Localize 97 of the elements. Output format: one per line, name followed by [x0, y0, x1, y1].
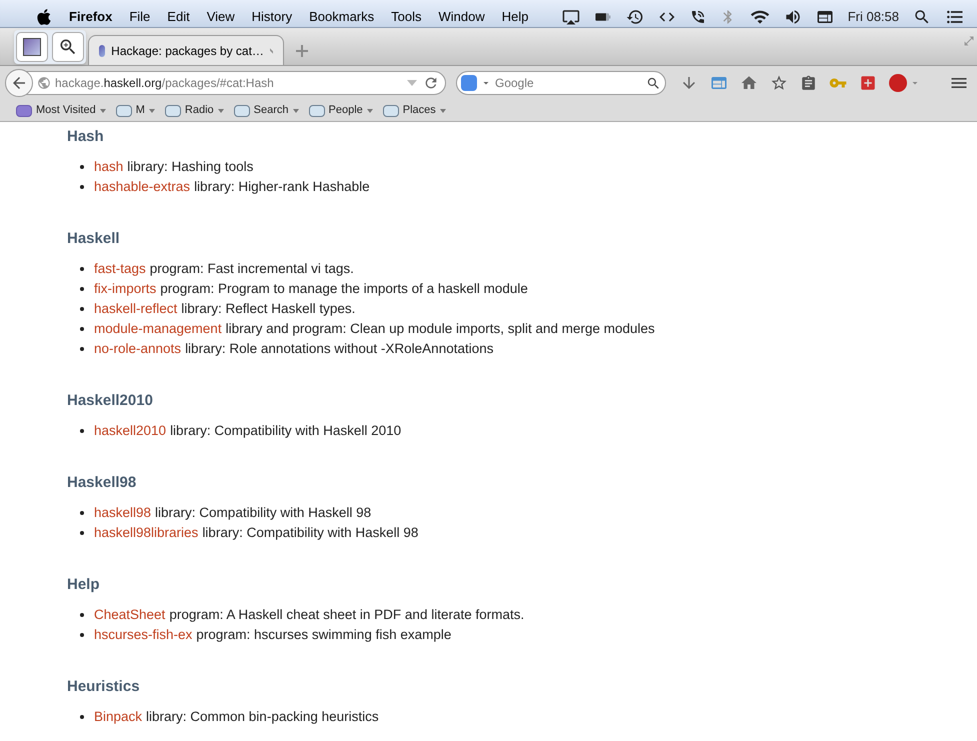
menu-item[interactable]: Help: [502, 6, 528, 26]
bullet: [80, 347, 84, 351]
category-heading: Haskell2010: [67, 391, 154, 411]
bullet: [80, 165, 84, 169]
search-icon: [913, 8, 931, 26]
package-link[interactable]: hash: [94, 156, 124, 178]
folder-icon: [116, 104, 132, 116]
bullet: [80, 287, 84, 291]
bullet: [80, 715, 84, 719]
category-heading: Hash: [67, 127, 105, 147]
package-link[interactable]: haskell-reflect: [94, 298, 178, 320]
package-link[interactable]: Binpack: [94, 706, 142, 728]
app-menu[interactable]: Firefox: [69, 6, 112, 26]
bullet: [80, 327, 84, 331]
package-link[interactable]: haskell98: [94, 502, 152, 524]
globe-icon: [37, 76, 51, 90]
menu-item[interactable]: History: [252, 6, 292, 26]
smart-folder-icon: [16, 104, 32, 116]
category-heading: Heuristics: [67, 677, 141, 697]
package-link[interactable]: hashable-extras: [94, 176, 190, 198]
bullet: [80, 633, 84, 637]
package-link[interactable]: module-management: [94, 318, 222, 340]
menu-item[interactable]: View: [206, 6, 235, 26]
package-description: library: Compatibility with Haskell 2010: [170, 422, 402, 440]
tab-title: Hackage: packages by cat…: [111, 42, 264, 60]
menu-item[interactable]: File: [129, 6, 150, 26]
package-description: program: A Haskell cheat sheet in PDF and literate formats.: [169, 606, 524, 624]
caret-icon: [100, 108, 106, 112]
package-description: library: Role annotations without -XRoleAnnotations: [185, 340, 494, 358]
medical-cross-icon: [859, 74, 877, 92]
folder-icon: [234, 104, 250, 116]
bullet: [80, 531, 84, 535]
bookmark-folder[interactable]: Places: [382, 102, 446, 119]
package-link[interactable]: fix-imports: [94, 278, 156, 300]
bookmark-star-icon: [770, 74, 788, 92]
package-description: library: Higher-rank Hashable: [194, 178, 370, 196]
package-description: library: Compatibility with Haskell 98: [202, 524, 418, 542]
clipboard-icon: [800, 74, 817, 92]
airplay-icon: [562, 8, 580, 26]
bullet: [80, 307, 84, 311]
window-button[interactable]: [16, 32, 48, 62]
menu-item[interactable]: Tools: [391, 6, 422, 26]
phone-icon: [690, 8, 706, 24]
reload-icon: [423, 75, 439, 91]
package-link[interactable]: fast-tags: [94, 258, 146, 280]
bullet: [80, 613, 84, 617]
bullet: [80, 267, 84, 271]
folder-icon: [382, 104, 399, 116]
package-description: program: Program to manage the imports of a haskell module: [160, 280, 528, 298]
menu-clock: Fri 08:58: [848, 8, 899, 26]
bookmark-folder[interactable]: Most Visited: [16, 102, 106, 119]
apple-icon[interactable]: [36, 8, 52, 26]
caret-icon: [148, 108, 155, 112]
search-icon: [646, 76, 661, 90]
package-description: program: hscurses swimming fish example: [196, 626, 452, 644]
bullet: [80, 429, 84, 433]
download-icon: [680, 74, 698, 92]
caret-icon: [218, 108, 224, 112]
bullet: [80, 511, 84, 515]
package-description: program: Fast incremental vi tags.: [150, 260, 354, 278]
zoom-button[interactable]: [52, 32, 84, 62]
menu-item[interactable]: Bookmarks: [309, 6, 374, 26]
category-heading: Help: [67, 575, 101, 595]
bookmark-folder[interactable]: Search: [234, 102, 298, 119]
package-description: library: Common bin-packing heuristics: [146, 708, 379, 726]
back-button[interactable]: [5, 69, 33, 97]
package-link[interactable]: CheatSheet: [94, 604, 166, 626]
package-link[interactable]: no-role-annots: [94, 338, 182, 360]
package-link[interactable]: haskell2010: [94, 420, 166, 442]
package-description: library: Reflect Haskell types.: [181, 300, 356, 318]
bullet: [80, 185, 84, 189]
package-link[interactable]: hscurses-fish-ex: [94, 624, 192, 646]
browser-tab[interactable]: Hackage: packages by cat…: [88, 35, 284, 65]
menu-item[interactable]: Edit: [167, 6, 190, 26]
caret-icon: [440, 108, 446, 112]
volume-icon: [784, 8, 802, 26]
folder-icon: [164, 104, 181, 116]
caret-icon: [366, 108, 373, 112]
menu-item[interactable]: Window: [438, 6, 485, 26]
magnifier-icon: [58, 37, 78, 57]
folder-icon: [308, 104, 324, 116]
caret-icon: [292, 108, 298, 112]
search-field[interactable]: Google: [495, 74, 643, 92]
bookmark-folder[interactable]: M: [116, 102, 155, 119]
bookmark-folder[interactable]: People: [308, 102, 373, 119]
package-description: library: Compatibility with Haskell 98: [155, 504, 372, 522]
home-icon: [740, 74, 758, 92]
package-description: library and program: Clean up module imports, split and merge modules: [226, 320, 655, 338]
window-icon: [23, 38, 41, 56]
bookmark-folder[interactable]: Radio: [164, 102, 224, 119]
password-window-icon: [710, 74, 728, 92]
search-bar[interactable]: Google: [456, 71, 666, 95]
clock-history-icon: [626, 8, 644, 26]
category-heading: Haskell98: [67, 473, 138, 493]
package-description: library: Hashing tools: [127, 158, 254, 176]
category-heading: Haskell: [67, 229, 121, 249]
package-link[interactable]: haskell98libraries: [94, 522, 198, 544]
